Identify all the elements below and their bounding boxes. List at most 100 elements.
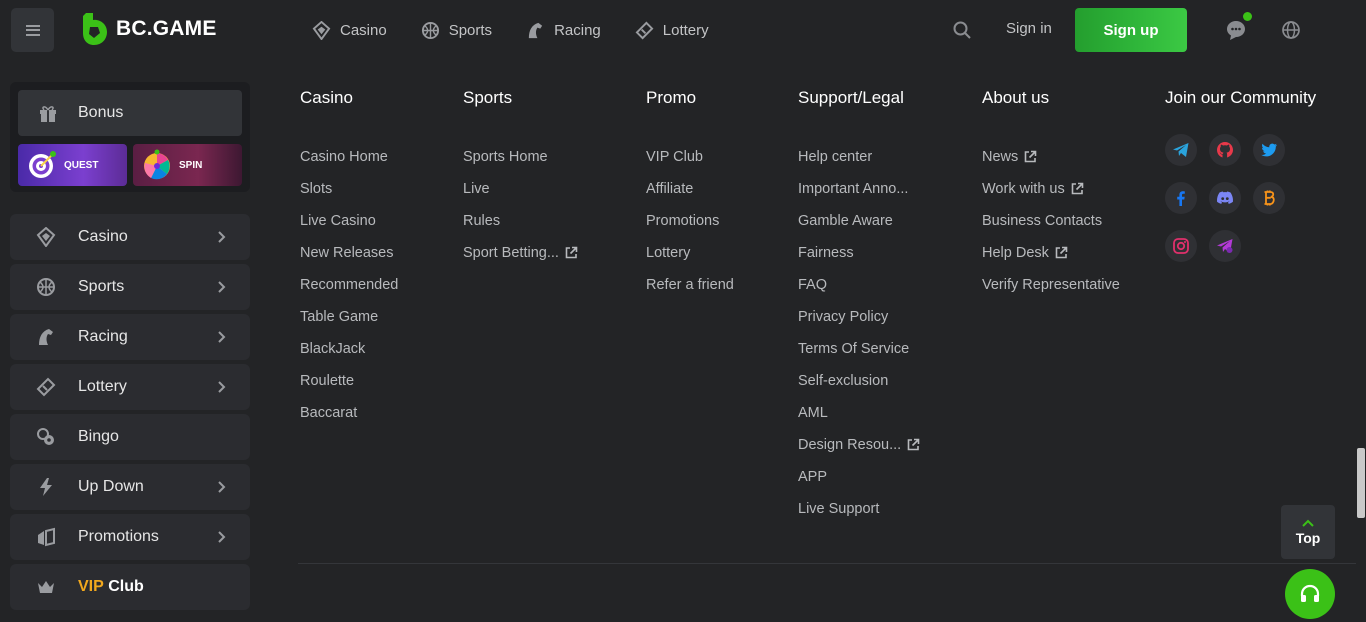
- sidebar-item-label: Racing: [78, 328, 128, 345]
- signin-link[interactable]: Sign in: [1006, 20, 1052, 37]
- instagram-link[interactable]: [1165, 230, 1197, 262]
- topnav-sports[interactable]: Sports: [421, 21, 492, 40]
- footer-link[interactable]: AML: [798, 404, 920, 436]
- twitter-link[interactable]: [1253, 134, 1285, 166]
- footer-link[interactable]: Slots: [300, 180, 398, 212]
- bitcoin-link[interactable]: [1253, 182, 1285, 214]
- menu-toggle-button[interactable]: [11, 8, 54, 52]
- topnav-racing[interactable]: Racing: [526, 21, 601, 40]
- footer-column-support-legal: Support/Legal Help center Important Anno…: [798, 88, 920, 532]
- footer-link[interactable]: Live Casino: [300, 212, 398, 244]
- footer-link[interactable]: Baccarat: [300, 404, 398, 436]
- footer-link[interactable]: Work with us: [982, 180, 1120, 212]
- live-support-button[interactable]: [1285, 569, 1335, 619]
- footer-link[interactable]: Affiliate: [646, 180, 734, 212]
- topnav-casino[interactable]: Casino: [312, 20, 387, 40]
- facebook-icon: [1177, 191, 1185, 206]
- chevron-right-icon: [218, 231, 226, 243]
- top-nav: Casino Sports Racing Lottery: [312, 0, 709, 60]
- scrollbar-thumb[interactable]: [1357, 448, 1365, 518]
- chevron-right-icon: [218, 331, 226, 343]
- footer-link[interactable]: Help Desk: [982, 244, 1120, 276]
- link-label: Privacy Policy: [798, 309, 889, 325]
- facebook-link[interactable]: [1165, 182, 1197, 214]
- back-to-top-button[interactable]: Top: [1281, 505, 1335, 559]
- footer-link[interactable]: New Releases: [300, 244, 398, 276]
- external-link-icon: [1055, 246, 1068, 259]
- footer-link[interactable]: Business Contacts: [982, 212, 1120, 244]
- link-label: Baccarat: [300, 405, 358, 421]
- footer-link[interactable]: Terms Of Service: [798, 340, 920, 372]
- sidebar-item-sports[interactable]: Sports: [10, 264, 250, 310]
- footer-link[interactable]: Casino Home: [300, 148, 398, 180]
- sidebar-item-casino[interactable]: Casino: [10, 214, 250, 260]
- footer-link[interactable]: Rules: [463, 212, 578, 244]
- footer-link[interactable]: Promotions: [646, 212, 734, 244]
- external-link-icon: [565, 246, 578, 259]
- send-link[interactable]: [1209, 230, 1241, 262]
- crown-icon: [38, 581, 54, 593]
- sidebar-item-racing[interactable]: Racing: [10, 314, 250, 360]
- footer-link[interactable]: Important Anno...: [798, 180, 920, 212]
- sidebar-item-promotions[interactable]: Promotions: [10, 514, 250, 560]
- target-icon: [29, 151, 56, 178]
- footer-link[interactable]: Help center: [798, 148, 920, 180]
- topnav-label: Racing: [554, 21, 601, 39]
- footer-link[interactable]: Live: [463, 180, 578, 212]
- hamburger-icon: [25, 24, 40, 36]
- discord-link[interactable]: [1209, 182, 1241, 214]
- footer-link[interactable]: Lottery: [646, 244, 734, 276]
- logo[interactable]: BC.GAME: [82, 13, 217, 45]
- topnav-label: Lottery: [662, 21, 709, 39]
- footer-link[interactable]: Fairness: [798, 244, 920, 276]
- sidebar-item-lottery[interactable]: Lottery: [10, 364, 250, 410]
- footer-link[interactable]: Roulette: [300, 372, 398, 404]
- footer-link[interactable]: FAQ: [798, 276, 920, 308]
- sidebar-item-bingo[interactable]: Bingo: [10, 414, 250, 460]
- link-label: AML: [798, 405, 828, 421]
- lightning-icon: [40, 478, 52, 496]
- footer-link[interactable]: Privacy Policy: [798, 308, 920, 340]
- sidebar-item-vip-club[interactable]: VIP Club: [10, 564, 250, 610]
- link-label: New Releases: [300, 245, 394, 261]
- column-title: Casino: [300, 88, 353, 107]
- telegram-link[interactable]: [1165, 134, 1197, 166]
- link-label: Help center: [798, 149, 873, 165]
- wheel-icon: [144, 149, 170, 180]
- topnav-lottery[interactable]: Lottery: [635, 21, 709, 40]
- footer-link[interactable]: Self-exclusion: [798, 372, 920, 404]
- bonus-button[interactable]: Bonus: [18, 90, 242, 136]
- footer-link[interactable]: Sports Home: [463, 148, 578, 180]
- footer-link[interactable]: BlackJack: [300, 340, 398, 372]
- quest-card[interactable]: QUEST: [18, 144, 127, 186]
- scrollbar-track[interactable]: [1356, 60, 1366, 622]
- footer-link[interactable]: VIP Club: [646, 148, 734, 180]
- sidebar-item-up-down[interactable]: Up Down: [10, 464, 250, 510]
- globe-icon[interactable]: [1281, 20, 1301, 40]
- link-label: Lottery: [646, 245, 691, 261]
- bitcoin-icon: [1264, 190, 1275, 206]
- sidebar-item-label: Up Down: [78, 478, 144, 495]
- search-icon[interactable]: [952, 20, 972, 40]
- external-link-icon: [907, 438, 920, 451]
- sidebar-item-label: Sports: [78, 278, 125, 295]
- link-label: Sport Betting...: [463, 245, 559, 261]
- chevron-right-icon: [218, 381, 226, 393]
- footer-link[interactable]: Verify Representative: [982, 276, 1120, 308]
- spin-card[interactable]: SPIN: [133, 144, 242, 186]
- footer-link[interactable]: Recommended: [300, 276, 398, 308]
- footer-link[interactable]: Refer a friend: [646, 276, 734, 308]
- footer-column-sports: Sports Sports Home Live Rules Sport Bett…: [463, 88, 578, 276]
- footer-link[interactable]: Sport Betting...: [463, 244, 578, 276]
- column-title: Sports: [463, 88, 513, 107]
- footer-link[interactable]: Table Game: [300, 308, 398, 340]
- link-label: BlackJack: [300, 341, 366, 357]
- footer-link[interactable]: Design Resou...: [798, 436, 920, 468]
- footer-link[interactable]: APP: [798, 468, 920, 500]
- chat-icon[interactable]: [1225, 19, 1247, 41]
- signup-button[interactable]: Sign up: [1075, 8, 1187, 52]
- github-link[interactable]: [1209, 134, 1241, 166]
- footer-link[interactable]: News: [982, 148, 1120, 180]
- footer-link[interactable]: Gamble Aware: [798, 212, 920, 244]
- footer-link[interactable]: Live Support: [798, 500, 920, 532]
